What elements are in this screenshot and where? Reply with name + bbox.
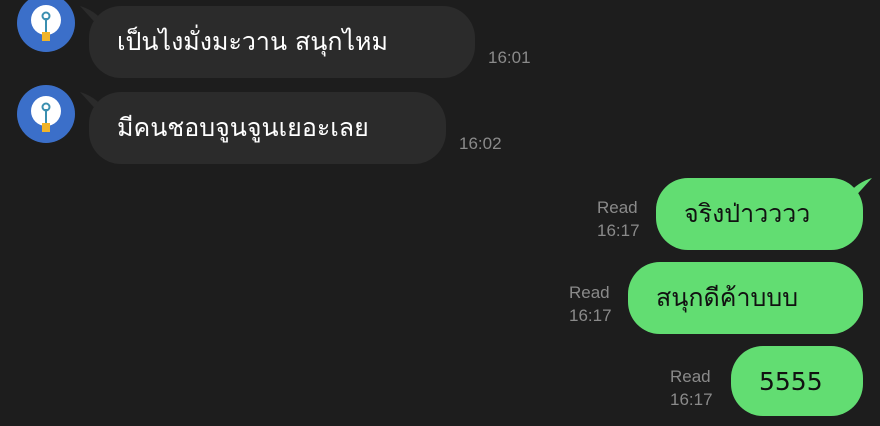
outgoing-message[interactable]: จริงป่าวววว (656, 178, 863, 250)
lightbulb-icon (31, 96, 61, 132)
incoming-message[interactable]: มีคนชอบจูนจูนเยอะเลย (89, 92, 446, 164)
contact-avatar[interactable] (17, 85, 75, 143)
message-time: 16:17 (569, 306, 612, 325)
outgoing-message[interactable]: 5555 (731, 346, 863, 416)
message-time: 16:02 (459, 134, 502, 153)
chat-view: เป็นไงมั่งมะวาน สนุกไหม 16:01 มีคนชอบจูน… (0, 0, 880, 426)
incoming-message[interactable]: เป็นไงมั่งมะวาน สนุกไหม (89, 6, 475, 78)
message-meta: Read 16:17 (597, 196, 640, 242)
lightbulb-icon (31, 5, 61, 41)
message-meta: Read 16:17 (569, 281, 612, 327)
outgoing-message[interactable]: สนุกดีค้าบบบ (628, 262, 863, 334)
read-receipt: Read (670, 367, 711, 386)
bubble-tail (848, 178, 872, 200)
message-time: 16:01 (488, 48, 531, 67)
message-meta: Read 16:17 (670, 365, 713, 411)
read-receipt: Read (569, 283, 610, 302)
message-time: 16:17 (597, 221, 640, 240)
contact-avatar[interactable] (17, 0, 75, 52)
message-time: 16:17 (670, 390, 713, 409)
read-receipt: Read (597, 198, 638, 217)
